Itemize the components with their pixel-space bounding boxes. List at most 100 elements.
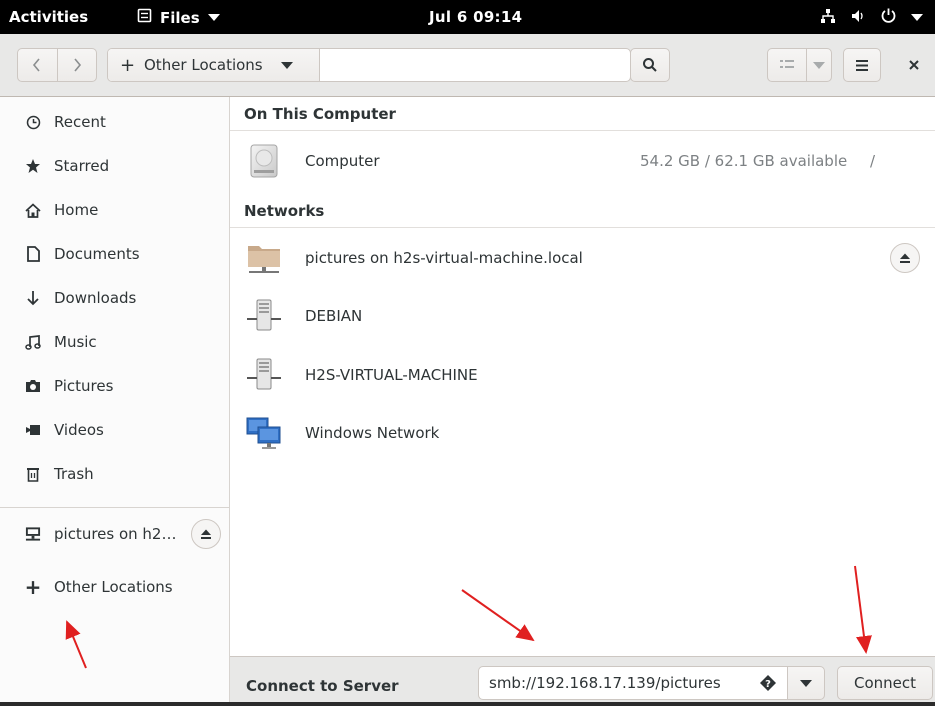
music-icon	[25, 334, 41, 350]
chevron-down-icon	[800, 679, 812, 687]
navigation-buttons	[17, 48, 97, 82]
view-options-button[interactable]	[806, 48, 832, 82]
other-locations-view: On This Computer Computer 54.2 GB / 62.1…	[230, 97, 935, 657]
connect-to-server-label: Connect to Server	[246, 677, 399, 695]
download-icon	[25, 290, 41, 306]
section-header-networks: Networks	[230, 194, 935, 228]
item-label: Computer	[305, 152, 380, 170]
sidebar-item-trash[interactable]: Trash	[0, 454, 229, 494]
system-tray[interactable]	[820, 7, 923, 28]
section-header-on-this-computer: On This Computer	[230, 97, 935, 131]
sidebar-item-videos[interactable]: Videos	[0, 410, 229, 450]
list-item-network-h2s[interactable]: H2S-VIRTUAL-MACHINE	[230, 346, 935, 404]
close-button[interactable]	[905, 56, 923, 74]
mount-path: /	[870, 152, 876, 170]
view-list-button[interactable]	[767, 48, 807, 82]
network-icon	[820, 8, 836, 28]
server-address-value: smb://192.168.17.139/pictures	[489, 674, 721, 692]
sidebar-item-label: Starred	[54, 157, 110, 175]
chevron-down-icon	[813, 61, 825, 69]
chevron-down-icon	[207, 14, 220, 21]
sidebar-item-label: Other Locations	[54, 578, 173, 596]
eject-button[interactable]	[191, 519, 222, 549]
window-bottom-edge	[0, 702, 935, 706]
chevron-down-icon	[911, 14, 923, 21]
sidebar-item-pictures[interactable]: Pictures	[0, 366, 229, 406]
clock[interactable]: Jul 6 09:14	[429, 8, 522, 26]
top-bar: Activities Files Jul 6 09:14	[0, 0, 935, 34]
sidebar-item-recent[interactable]: Recent	[0, 102, 229, 142]
item-label: Windows Network	[305, 424, 440, 442]
sidebar-item-starred[interactable]: Starred	[0, 146, 229, 186]
sidebar-separator	[0, 507, 229, 508]
chevron-down-icon	[280, 61, 293, 69]
power-icon	[880, 7, 897, 28]
back-button[interactable]	[17, 48, 58, 82]
hard-drive-icon	[246, 143, 282, 179]
location-bar[interactable]: + Other Locations	[107, 48, 631, 82]
path-label: Other Locations	[144, 56, 263, 74]
server-address-input[interactable]: smb://192.168.17.139/pictures ?	[478, 666, 788, 700]
chevron-left-icon	[33, 58, 40, 72]
sidebar-item-label: Recent	[54, 113, 106, 131]
app-menu[interactable]: Files	[137, 8, 220, 27]
header-bar: + Other Locations	[0, 34, 935, 97]
files-app-icon	[137, 8, 152, 27]
list-item-windows-network[interactable]: Windows Network	[230, 404, 935, 462]
plus-icon: +	[120, 54, 136, 76]
connect-to-server-bar: Connect to Server smb://192.168.17.139/p…	[230, 656, 935, 706]
search-icon	[643, 58, 657, 72]
help-icon[interactable]: ?	[759, 674, 777, 692]
list-item-network-share[interactable]: pictures on h2s-virtual-machine.local	[230, 229, 935, 287]
item-label: H2S-VIRTUAL-MACHINE	[305, 366, 478, 384]
document-icon	[25, 246, 41, 262]
sidebar-item-documents[interactable]: Documents	[0, 234, 229, 274]
item-label: pictures on h2s-virtual-machine.local	[305, 249, 583, 267]
chevron-right-icon	[74, 58, 81, 72]
svg-text:?: ?	[765, 679, 771, 690]
folder-share-icon	[246, 240, 282, 276]
list-view-icon	[780, 60, 794, 68]
network-share-icon	[25, 526, 41, 542]
path-button-other-locations[interactable]: + Other Locations	[108, 49, 320, 81]
server-icon	[246, 357, 282, 393]
search-button[interactable]	[630, 48, 670, 82]
app-name: Files	[160, 8, 200, 27]
sidebar-item-label: pictures on h2…	[54, 525, 177, 543]
sidebar-item-label: Trash	[54, 465, 94, 483]
plus-icon: +	[24, 575, 42, 599]
clock-icon	[25, 114, 41, 130]
storage-info: 54.2 GB / 62.1 GB available	[640, 152, 848, 170]
sidebar-item-label: Documents	[54, 245, 140, 263]
home-icon	[25, 202, 41, 218]
eject-button[interactable]	[890, 243, 920, 273]
eject-icon	[201, 529, 212, 539]
sidebar-item-label: Pictures	[54, 377, 114, 395]
activities-button[interactable]: Activities	[9, 8, 88, 26]
recent-servers-dropdown[interactable]	[787, 666, 825, 700]
connect-button[interactable]: Connect	[837, 666, 933, 700]
sidebar-item-mount-pictures[interactable]: pictures on h2…	[0, 514, 229, 554]
forward-button[interactable]	[57, 48, 97, 82]
eject-icon	[900, 253, 910, 263]
sidebar-item-label: Home	[54, 201, 99, 219]
sidebar-item-music[interactable]: Music	[0, 322, 229, 362]
menu-button[interactable]	[843, 48, 881, 82]
sidebar-item-label: Downloads	[54, 289, 137, 307]
windows-network-icon	[246, 415, 282, 451]
sidebar-item-label: Music	[54, 333, 97, 351]
volume-icon	[850, 8, 866, 28]
list-item-network-debian[interactable]: DEBIAN	[230, 287, 935, 345]
item-label: DEBIAN	[305, 307, 363, 325]
star-icon	[25, 158, 41, 174]
sidebar-item-home[interactable]: Home	[0, 190, 229, 230]
list-item-computer[interactable]: Computer 54.2 GB / 62.1 GB available /	[230, 132, 935, 190]
sidebar-item-downloads[interactable]: Downloads	[0, 278, 229, 318]
video-icon	[25, 422, 41, 438]
server-icon	[246, 298, 282, 334]
camera-icon	[25, 378, 41, 394]
sidebar-item-other-locations[interactable]: + Other Locations	[0, 567, 229, 607]
close-icon	[909, 60, 919, 70]
trash-icon	[25, 466, 41, 482]
sidebar-item-label: Videos	[54, 421, 104, 439]
